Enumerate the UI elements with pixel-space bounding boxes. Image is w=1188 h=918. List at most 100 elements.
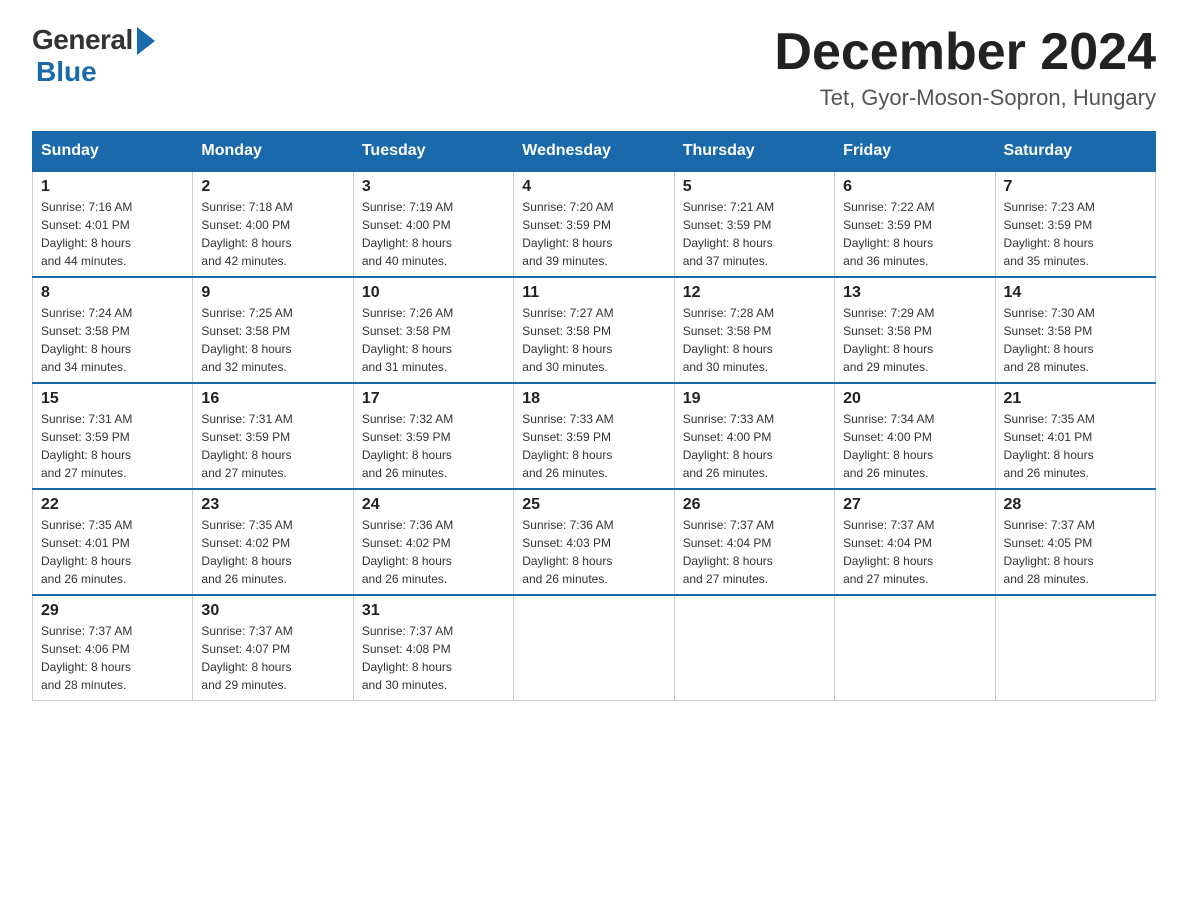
day-info: Sunrise: 7:33 AMSunset: 3:59 PMDaylight:… <box>522 410 665 482</box>
logo: General Blue <box>32 24 155 88</box>
calendar-cell: 29 Sunrise: 7:37 AMSunset: 4:06 PMDayligh… <box>33 595 193 701</box>
day-info: Sunrise: 7:29 AMSunset: 3:58 PMDaylight:… <box>843 304 986 376</box>
day-info: Sunrise: 7:35 AMSunset: 4:02 PMDaylight:… <box>201 516 344 588</box>
day-info: Sunrise: 7:23 AMSunset: 3:59 PMDaylight:… <box>1004 198 1147 270</box>
calendar-cell: 23 Sunrise: 7:35 AMSunset: 4:02 PMDayligh… <box>193 489 353 595</box>
day-number: 19 <box>683 390 826 408</box>
day-number: 11 <box>522 284 665 302</box>
calendar-cell: 12 Sunrise: 7:28 AMSunset: 3:58 PMDayligh… <box>674 277 834 383</box>
calendar-cell: 9 Sunrise: 7:25 AMSunset: 3:58 PMDaylight… <box>193 277 353 383</box>
col-header-tuesday: Tuesday <box>353 132 513 172</box>
calendar-cell: 1 Sunrise: 7:16 AMSunset: 4:01 PMDaylight… <box>33 171 193 277</box>
calendar-cell: 27 Sunrise: 7:37 AMSunset: 4:04 PMDayligh… <box>835 489 995 595</box>
day-number: 21 <box>1004 390 1147 408</box>
calendar-week-row: 8Sunrise: 7:24 AMSunset: 3:58 PMDaylight… <box>33 277 1156 383</box>
calendar-week-row: 22 Sunrise: 7:35 AMSunset: 4:01 PMDayligh… <box>33 489 1156 595</box>
col-header-sunday: Sunday <box>33 132 193 172</box>
day-info: Sunrise: 7:37 AMSunset: 4:08 PMDaylight:… <box>362 622 505 694</box>
calendar-cell: 6Sunrise: 7:22 AMSunset: 3:59 PMDaylight… <box>835 171 995 277</box>
day-number: 7 <box>1004 178 1147 196</box>
day-info: Sunrise: 7:35 AMSunset: 4:01 PMDaylight:… <box>1004 410 1147 482</box>
calendar-cell: 10 Sunrise: 7:26 AMSunset: 3:58 PMDayligh… <box>353 277 513 383</box>
day-number: 29 <box>41 602 184 620</box>
day-number: 14 <box>1004 284 1147 302</box>
calendar-week-row: 1 Sunrise: 7:16 AMSunset: 4:01 PMDaylight… <box>33 171 1156 277</box>
day-info: Sunrise: 7:32 AMSunset: 3:59 PMDaylight:… <box>362 410 505 482</box>
day-number: 26 <box>683 496 826 514</box>
day-number: 2 <box>201 178 344 196</box>
calendar-week-row: 29 Sunrise: 7:37 AMSunset: 4:06 PMDayligh… <box>33 595 1156 701</box>
day-number: 24 <box>362 496 505 514</box>
day-info: Sunrise: 7:37 AMSunset: 4:06 PMDaylight:… <box>41 622 184 694</box>
day-number: 20 <box>843 390 986 408</box>
calendar-cell: 26 Sunrise: 7:37 AMSunset: 4:04 PMDayligh… <box>674 489 834 595</box>
day-number: 23 <box>201 496 344 514</box>
calendar-cell: 14 Sunrise: 7:30 AMSunset: 3:58 PMDayligh… <box>995 277 1155 383</box>
day-number: 22 <box>41 496 184 514</box>
day-info: Sunrise: 7:36 AMSunset: 4:03 PMDaylight:… <box>522 516 665 588</box>
calendar-cell: 8Sunrise: 7:24 AMSunset: 3:58 PMDaylight… <box>33 277 193 383</box>
calendar-cell: 5 Sunrise: 7:21 AMSunset: 3:59 PMDaylight… <box>674 171 834 277</box>
col-header-thursday: Thursday <box>674 132 834 172</box>
month-title: December 2024 <box>774 24 1156 81</box>
day-info: Sunrise: 7:36 AMSunset: 4:02 PMDaylight:… <box>362 516 505 588</box>
day-info: Sunrise: 7:21 AMSunset: 3:59 PMDaylight:… <box>683 198 826 270</box>
calendar-cell: 3Sunrise: 7:19 AMSunset: 4:00 PMDaylight… <box>353 171 513 277</box>
logo-general-text: General <box>32 24 133 56</box>
title-area: December 2024 Tet, Gyor-Moson-Sopron, Hu… <box>774 24 1156 111</box>
calendar-cell: 24 Sunrise: 7:36 AMSunset: 4:02 PMDayligh… <box>353 489 513 595</box>
day-number: 28 <box>1004 496 1147 514</box>
day-info: Sunrise: 7:37 AMSunset: 4:04 PMDaylight:… <box>843 516 986 588</box>
calendar-cell: 13 Sunrise: 7:29 AMSunset: 3:58 PMDayligh… <box>835 277 995 383</box>
day-info: Sunrise: 7:26 AMSunset: 3:58 PMDaylight:… <box>362 304 505 376</box>
day-number: 5 <box>683 178 826 196</box>
calendar-cell: 2 Sunrise: 7:18 AMSunset: 4:00 PMDaylight… <box>193 171 353 277</box>
col-header-wednesday: Wednesday <box>514 132 674 172</box>
calendar-cell: 18Sunrise: 7:33 AMSunset: 3:59 PMDayligh… <box>514 383 674 489</box>
day-info: Sunrise: 7:18 AMSunset: 4:00 PMDaylight:… <box>201 198 344 270</box>
calendar-cell: 30Sunrise: 7:37 AMSunset: 4:07 PMDayligh… <box>193 595 353 701</box>
day-number: 9 <box>201 284 344 302</box>
day-number: 27 <box>843 496 986 514</box>
col-header-monday: Monday <box>193 132 353 172</box>
day-number: 10 <box>362 284 505 302</box>
day-info: Sunrise: 7:20 AMSunset: 3:59 PMDaylight:… <box>522 198 665 270</box>
calendar-cell: 21 Sunrise: 7:35 AMSunset: 4:01 PMDayligh… <box>995 383 1155 489</box>
day-info: Sunrise: 7:37 AMSunset: 4:04 PMDaylight:… <box>683 516 826 588</box>
calendar-cell: 7 Sunrise: 7:23 AMSunset: 3:59 PMDaylight… <box>995 171 1155 277</box>
calendar-cell: 25 Sunrise: 7:36 AMSunset: 4:03 PMDayligh… <box>514 489 674 595</box>
page-header: General Blue December 2024 Tet, Gyor-Mos… <box>32 24 1156 111</box>
day-number: 17 <box>362 390 505 408</box>
calendar-header-row: SundayMondayTuesdayWednesdayThursdayFrid… <box>33 132 1156 172</box>
calendar-cell <box>995 595 1155 701</box>
day-info: Sunrise: 7:30 AMSunset: 3:58 PMDaylight:… <box>1004 304 1147 376</box>
day-info: Sunrise: 7:33 AMSunset: 4:00 PMDaylight:… <box>683 410 826 482</box>
calendar-week-row: 15 Sunrise: 7:31 AMSunset: 3:59 PMDayligh… <box>33 383 1156 489</box>
calendar-cell: 17 Sunrise: 7:32 AMSunset: 3:59 PMDayligh… <box>353 383 513 489</box>
day-info: Sunrise: 7:37 AMSunset: 4:05 PMDaylight:… <box>1004 516 1147 588</box>
logo-blue-text: Blue <box>36 56 97 88</box>
location-title: Tet, Gyor-Moson-Sopron, Hungary <box>774 85 1156 111</box>
day-number: 31 <box>362 602 505 620</box>
calendar-table: SundayMondayTuesdayWednesdayThursdayFrid… <box>32 131 1156 701</box>
day-number: 15 <box>41 390 184 408</box>
day-info: Sunrise: 7:16 AMSunset: 4:01 PMDaylight:… <box>41 198 184 270</box>
day-number: 16 <box>201 390 344 408</box>
day-info: Sunrise: 7:31 AMSunset: 3:59 PMDaylight:… <box>41 410 184 482</box>
calendar-cell: 22 Sunrise: 7:35 AMSunset: 4:01 PMDayligh… <box>33 489 193 595</box>
calendar-cell: 20Sunrise: 7:34 AMSunset: 4:00 PMDayligh… <box>835 383 995 489</box>
day-info: Sunrise: 7:24 AMSunset: 3:58 PMDaylight:… <box>41 304 184 376</box>
calendar-cell: 16Sunrise: 7:31 AMSunset: 3:59 PMDayligh… <box>193 383 353 489</box>
calendar-cell <box>674 595 834 701</box>
day-number: 1 <box>41 178 184 196</box>
day-info: Sunrise: 7:22 AMSunset: 3:59 PMDaylight:… <box>843 198 986 270</box>
day-info: Sunrise: 7:25 AMSunset: 3:58 PMDaylight:… <box>201 304 344 376</box>
day-number: 3 <box>362 178 505 196</box>
day-number: 13 <box>843 284 986 302</box>
day-number: 25 <box>522 496 665 514</box>
col-header-saturday: Saturday <box>995 132 1155 172</box>
day-info: Sunrise: 7:28 AMSunset: 3:58 PMDaylight:… <box>683 304 826 376</box>
day-info: Sunrise: 7:35 AMSunset: 4:01 PMDaylight:… <box>41 516 184 588</box>
calendar-cell: 31 Sunrise: 7:37 AMSunset: 4:08 PMDayligh… <box>353 595 513 701</box>
day-number: 12 <box>683 284 826 302</box>
